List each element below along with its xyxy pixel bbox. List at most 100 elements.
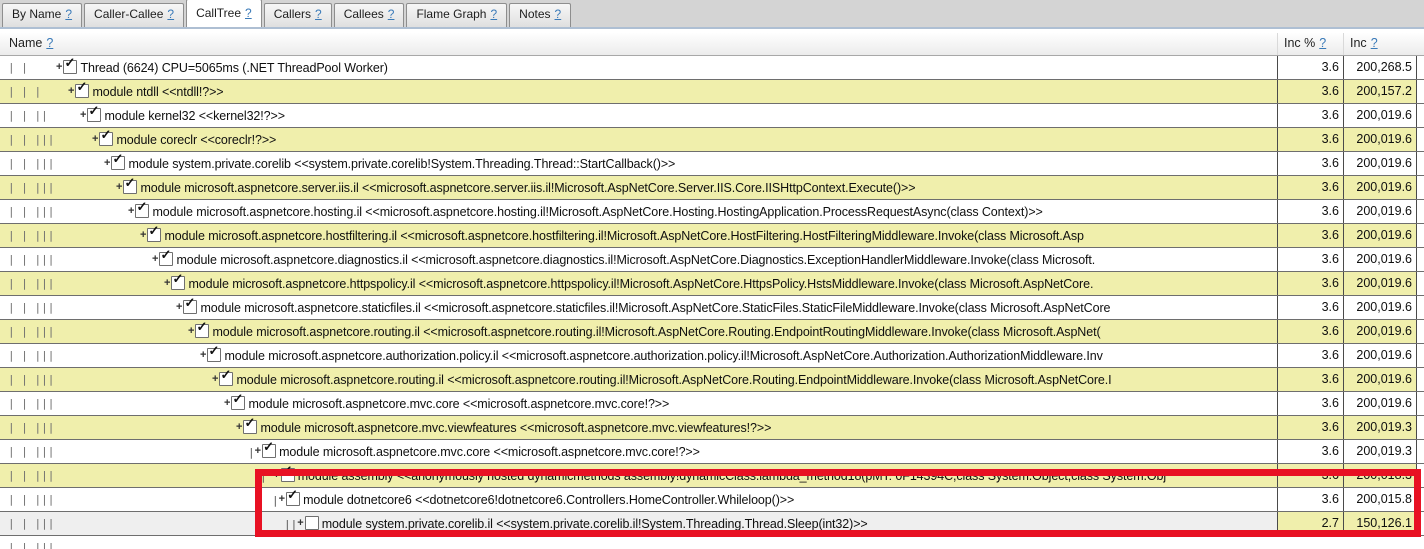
expander-plus-icon[interactable]: + xyxy=(80,104,86,127)
inc-pct-help-link[interactable]: ? xyxy=(1319,36,1326,50)
tab-help-link[interactable]: ? xyxy=(245,6,252,20)
name-cell[interactable]: | | ||| +✓module microsoft.aspnetcore.se… xyxy=(0,176,1278,199)
name-cell[interactable]: | | ||| +✓module microsoft.aspnetcore.di… xyxy=(0,248,1278,271)
tree-row[interactable]: | | ||| +✓module microsoft.aspnetcore.di… xyxy=(0,248,1424,272)
node-checkbox[interactable]: ✓ xyxy=(123,180,137,194)
name-cell[interactable]: | | ||| |+✓module microsoft.aspnetcore.m… xyxy=(0,440,1278,463)
expander-plus-icon[interactable]: + xyxy=(188,320,194,343)
name-cell[interactable]: | | ||| +✓module microsoft.aspnetcore.au… xyxy=(0,344,1278,367)
tree-row[interactable]: | | ||| +✓module microsoft.aspnetcore.ro… xyxy=(0,320,1424,344)
column-header-inc-pct[interactable]: Inc %? xyxy=(1278,33,1344,55)
tree-row[interactable]: | | || +✓module kernel32 <<kernel32!?>> … xyxy=(0,104,1424,128)
tab-help-link[interactable]: ? xyxy=(167,7,174,21)
tree-row[interactable]: | | ||| |+✓module microsoft.aspnetcore.m… xyxy=(0,440,1424,464)
expander-plus-icon[interactable]: + xyxy=(68,80,74,103)
inc-help-link[interactable]: ? xyxy=(1371,36,1378,50)
node-checkbox[interactable]: ✓ xyxy=(207,348,221,362)
node-checkbox[interactable]: ✓ xyxy=(281,468,295,482)
node-checkbox[interactable]: ✓ xyxy=(87,108,101,122)
node-checkbox[interactable]: ✓ xyxy=(262,444,276,458)
tab-calltree[interactable]: CallTree? xyxy=(186,0,262,27)
name-help-link[interactable]: ? xyxy=(46,36,53,50)
name-cell[interactable]: | | ||| +✓module microsoft.aspnetcore.ht… xyxy=(0,272,1278,295)
expander-plus-icon[interactable]: + xyxy=(255,440,261,463)
tab-help-link[interactable]: ? xyxy=(388,7,395,21)
expander-plus-icon[interactable]: + xyxy=(273,464,279,487)
name-cell[interactable]: | | ||| +✓module system.private.corelib … xyxy=(0,152,1278,175)
name-cell[interactable]: | | || +✓module kernel32 <<kernel32!?>> xyxy=(0,104,1278,127)
node-checkbox[interactable]: ✓ xyxy=(171,276,185,290)
tree-row[interactable]: | | ||| +✓module microsoft.aspnetcore.se… xyxy=(0,176,1424,200)
expander-plus-icon[interactable]: + xyxy=(152,248,158,271)
name-cell[interactable]: | | ||| |+✓module dotnetcore6 <<dotnetco… xyxy=(0,488,1278,511)
tree-row[interactable]: | | ||| +✓module microsoft.aspnetcore.au… xyxy=(0,344,1424,368)
name-cell[interactable]: | | ||| +✓module microsoft.aspnetcore.ho… xyxy=(0,224,1278,247)
expander-plus-icon[interactable]: + xyxy=(176,296,182,319)
tree-row[interactable]: | | ||| +✓module system.private.corelib … xyxy=(0,152,1424,176)
tab-callees[interactable]: Callees? xyxy=(334,3,405,27)
tab-help-link[interactable]: ? xyxy=(490,7,497,21)
column-header-name[interactable]: Name? xyxy=(0,33,1278,55)
node-checkbox[interactable]: ✓ xyxy=(231,396,245,410)
name-cell[interactable]: | | ||| +✓module microsoft.aspnetcore.mv… xyxy=(0,392,1278,415)
name-cell[interactable]: | | ||| | +✓module assembly <<anonymousl… xyxy=(0,464,1278,487)
name-cell[interactable]: | | ||| +✓module microsoft.aspnetcore.ho… xyxy=(0,200,1278,223)
tab-notes[interactable]: Notes? xyxy=(509,3,571,27)
tree-row[interactable]: | | ||| +✓module microsoft.aspnetcore.ht… xyxy=(0,272,1424,296)
tree-row[interactable]: | | ||| +✓module microsoft.aspnetcore.ho… xyxy=(0,224,1424,248)
tab-help-link[interactable]: ? xyxy=(65,7,72,21)
expander-plus-icon[interactable]: + xyxy=(128,200,134,223)
name-cell[interactable]: | | | +✓module ntdll <<ntdll!?>> xyxy=(0,80,1278,103)
expander-plus-icon[interactable]: + xyxy=(164,272,170,295)
expander-plus-icon[interactable]: + xyxy=(279,488,285,511)
name-cell[interactable]: | | ||| +✓module microsoft.aspnetcore.mv… xyxy=(0,416,1278,439)
tree-row[interactable]: | | ||| |+✓module dotnetcore6 <<dotnetco… xyxy=(0,488,1424,512)
node-checkbox[interactable]: ✓ xyxy=(159,252,173,266)
tree-row[interactable]: | | ||| +✓module microsoft.aspnetcore.mv… xyxy=(0,392,1424,416)
tab-help-link[interactable]: ? xyxy=(555,7,562,21)
tree-row[interactable]: | | | +✓module ntdll <<ntdll!?>> 3.6 200… xyxy=(0,80,1424,104)
name-cell[interactable]: | | ||| +✓module microsoft.aspnetcore.ro… xyxy=(0,368,1278,391)
node-checkbox[interactable]: ✓ xyxy=(135,204,149,218)
expander-plus-icon[interactable]: + xyxy=(200,344,206,367)
node-checkbox[interactable]: ✓ xyxy=(75,84,89,98)
expander-plus-icon[interactable]: + xyxy=(140,224,146,247)
tree-row[interactable]: | | ||| +✓module microsoft.aspnetcore.mv… xyxy=(0,416,1424,440)
tab-by-name[interactable]: By Name? xyxy=(2,3,82,27)
node-checkbox[interactable]: ✓ xyxy=(183,300,197,314)
tree-row[interactable]: | | ||| +✓module microsoft.aspnetcore.st… xyxy=(0,296,1424,320)
tree-row[interactable]: | | ||| +✓module microsoft.aspnetcore.ro… xyxy=(0,368,1424,392)
node-checkbox[interactable]: ✓ xyxy=(286,492,300,506)
name-cell[interactable]: | | ||| ||+✓module system.private.coreli… xyxy=(0,512,1278,535)
node-checkbox[interactable]: ✓ xyxy=(147,228,161,242)
node-checkbox[interactable]: ✓ xyxy=(243,420,257,434)
tab-help-link[interactable]: ? xyxy=(315,7,322,21)
node-checkbox[interactable]: ✓ xyxy=(305,516,319,530)
tree-row[interactable]: | | ||| +✓module microsoft.aspnetcore.ho… xyxy=(0,200,1424,224)
node-checkbox[interactable]: ✓ xyxy=(219,372,233,386)
tree-row[interactable]: | | +✓Thread (6624) CPU=5065ms (.NET Thr… xyxy=(0,56,1424,80)
tab-callers[interactable]: Callers? xyxy=(264,3,332,27)
node-checkbox[interactable]: ✓ xyxy=(63,60,77,74)
expander-plus-icon[interactable]: + xyxy=(92,128,98,151)
node-checkbox[interactable]: ✓ xyxy=(111,156,125,170)
tab-flame-graph[interactable]: Flame Graph? xyxy=(406,3,507,27)
expander-plus-icon[interactable]: + xyxy=(236,416,242,439)
expander-plus-icon[interactable]: + xyxy=(56,56,62,79)
name-cell[interactable]: | | +✓Thread (6624) CPU=5065ms (.NET Thr… xyxy=(0,56,1278,79)
name-cell[interactable]: | | ||| +✓module microsoft.aspnetcore.ro… xyxy=(0,320,1278,343)
name-cell[interactable]: | | ||| +✓module coreclr <<coreclr!?>> xyxy=(0,128,1278,151)
tree-row[interactable]: | | ||| | +✓module assembly <<anonymousl… xyxy=(0,464,1424,488)
column-header-inc[interactable]: Inc? xyxy=(1344,33,1417,55)
expander-plus-icon[interactable]: + xyxy=(224,392,230,415)
expander-plus-icon[interactable]: + xyxy=(212,368,218,391)
tree-row[interactable]: | | ||| +✓module coreclr <<coreclr!?>> 3… xyxy=(0,128,1424,152)
name-cell[interactable]: | | ||| +✓module microsoft.aspnetcore.st… xyxy=(0,296,1278,319)
expander-plus-icon[interactable]: + xyxy=(104,152,110,175)
node-checkbox[interactable]: ✓ xyxy=(195,324,209,338)
node-checkbox[interactable]: ✓ xyxy=(99,132,113,146)
tree-row[interactable]: | | ||| ||+✓module system.private.coreli… xyxy=(0,512,1424,536)
expander-plus-icon[interactable]: + xyxy=(116,176,122,199)
expander-plus-icon[interactable]: + xyxy=(297,512,303,535)
tab-caller-callee[interactable]: Caller-Callee? xyxy=(84,3,184,27)
